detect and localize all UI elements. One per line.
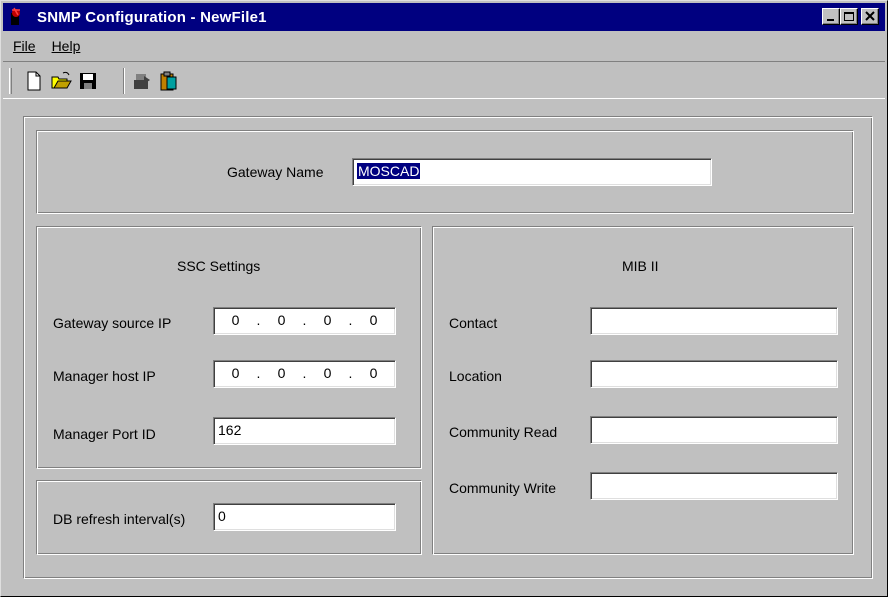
minimize-icon — [827, 19, 834, 21]
ip-octet: 0 — [231, 312, 240, 328]
client-area: Gateway Name MOSCAD SSC Settings Gateway… — [5, 100, 883, 588]
app-icon — [11, 7, 20, 25]
ssc-settings-group: SSC Settings Gateway source IP 0 . 0 . 0… — [36, 226, 422, 469]
gateway-name-value: MOSCAD — [357, 163, 421, 179]
gateway-name-input[interactable]: MOSCAD — [352, 158, 712, 186]
app-window: SNMP Configuration - NewFile1 File Help — [0, 0, 888, 597]
menu-help-label: Help — [51, 38, 81, 54]
manager-host-ip-label: Manager host IP — [53, 368, 156, 384]
location-label: Location — [449, 368, 502, 384]
minimize-button[interactable] — [822, 8, 840, 25]
community-read-input[interactable] — [590, 416, 838, 444]
menu-file[interactable]: File — [3, 38, 42, 54]
ip-octet: 0 — [277, 312, 286, 328]
mib-ii-group: MIB II Contact Location Community Read C… — [432, 226, 854, 555]
db-refresh-input[interactable]: 0 — [213, 503, 396, 531]
gateway-name-label: Gateway Name — [227, 164, 324, 180]
clipboard-icon[interactable] — [158, 70, 180, 92]
contact-input[interactable] — [590, 307, 838, 335]
main-panel: Gateway Name MOSCAD SSC Settings Gateway… — [23, 116, 873, 579]
ip-octet: 0 — [323, 365, 332, 381]
close-icon — [865, 11, 875, 21]
ssc-settings-title: SSC Settings — [177, 258, 261, 274]
location-input[interactable] — [590, 360, 838, 388]
open-folder-icon[interactable] — [50, 70, 72, 92]
manager-port-input[interactable]: 162 — [213, 417, 396, 445]
save-disk-icon[interactable] — [77, 70, 99, 92]
community-write-input[interactable] — [590, 472, 838, 500]
community-read-label: Community Read — [449, 424, 558, 440]
toolbar-grip[interactable] — [9, 68, 12, 94]
ip-octet: 0 — [277, 365, 286, 381]
gateway-source-ip-input[interactable]: 0 . 0 . 0 . 0 — [213, 307, 396, 335]
ip-octet: 0 — [369, 312, 378, 328]
gateway-source-ip-label: Gateway source IP — [53, 315, 172, 331]
manager-port-label: Manager Port ID — [53, 426, 156, 442]
ip-dot: . — [348, 365, 353, 381]
ip-dot: . — [302, 312, 307, 328]
ip-dot: . — [302, 365, 307, 381]
db-refresh-value: 0 — [218, 508, 226, 524]
title-bar[interactable]: SNMP Configuration - NewFile1 — [3, 3, 885, 31]
gateway-group: Gateway Name MOSCAD — [36, 130, 854, 214]
community-write-label: Community Write — [449, 480, 557, 496]
toolbar — [3, 61, 885, 99]
ip-dot: . — [348, 312, 353, 328]
download-icon[interactable] — [131, 70, 153, 92]
menu-file-label: File — [13, 38, 36, 54]
new-file-icon[interactable] — [23, 70, 45, 92]
db-refresh-group: DB refresh interval(s) 0 — [36, 480, 422, 555]
maximize-button[interactable] — [840, 8, 858, 25]
ip-octet: 0 — [323, 312, 332, 328]
menu-help[interactable]: Help — [42, 38, 87, 54]
toolbar-separator — [123, 68, 125, 94]
manager-port-value: 162 — [218, 422, 242, 438]
manager-host-ip-input[interactable]: 0 . 0 . 0 . 0 — [213, 360, 396, 388]
ip-octet: 0 — [231, 365, 240, 381]
mib-ii-title: MIB II — [622, 258, 659, 274]
db-refresh-label: DB refresh interval(s) — [53, 511, 186, 527]
contact-label: Contact — [449, 315, 498, 331]
maximize-icon — [844, 12, 854, 21]
ip-dot: . — [256, 312, 261, 328]
window-title: SNMP Configuration - NewFile1 — [37, 8, 267, 26]
ip-dot: . — [256, 365, 261, 381]
close-button[interactable] — [861, 8, 879, 25]
menu-bar: File Help — [3, 34, 885, 58]
ip-octet: 0 — [369, 365, 378, 381]
